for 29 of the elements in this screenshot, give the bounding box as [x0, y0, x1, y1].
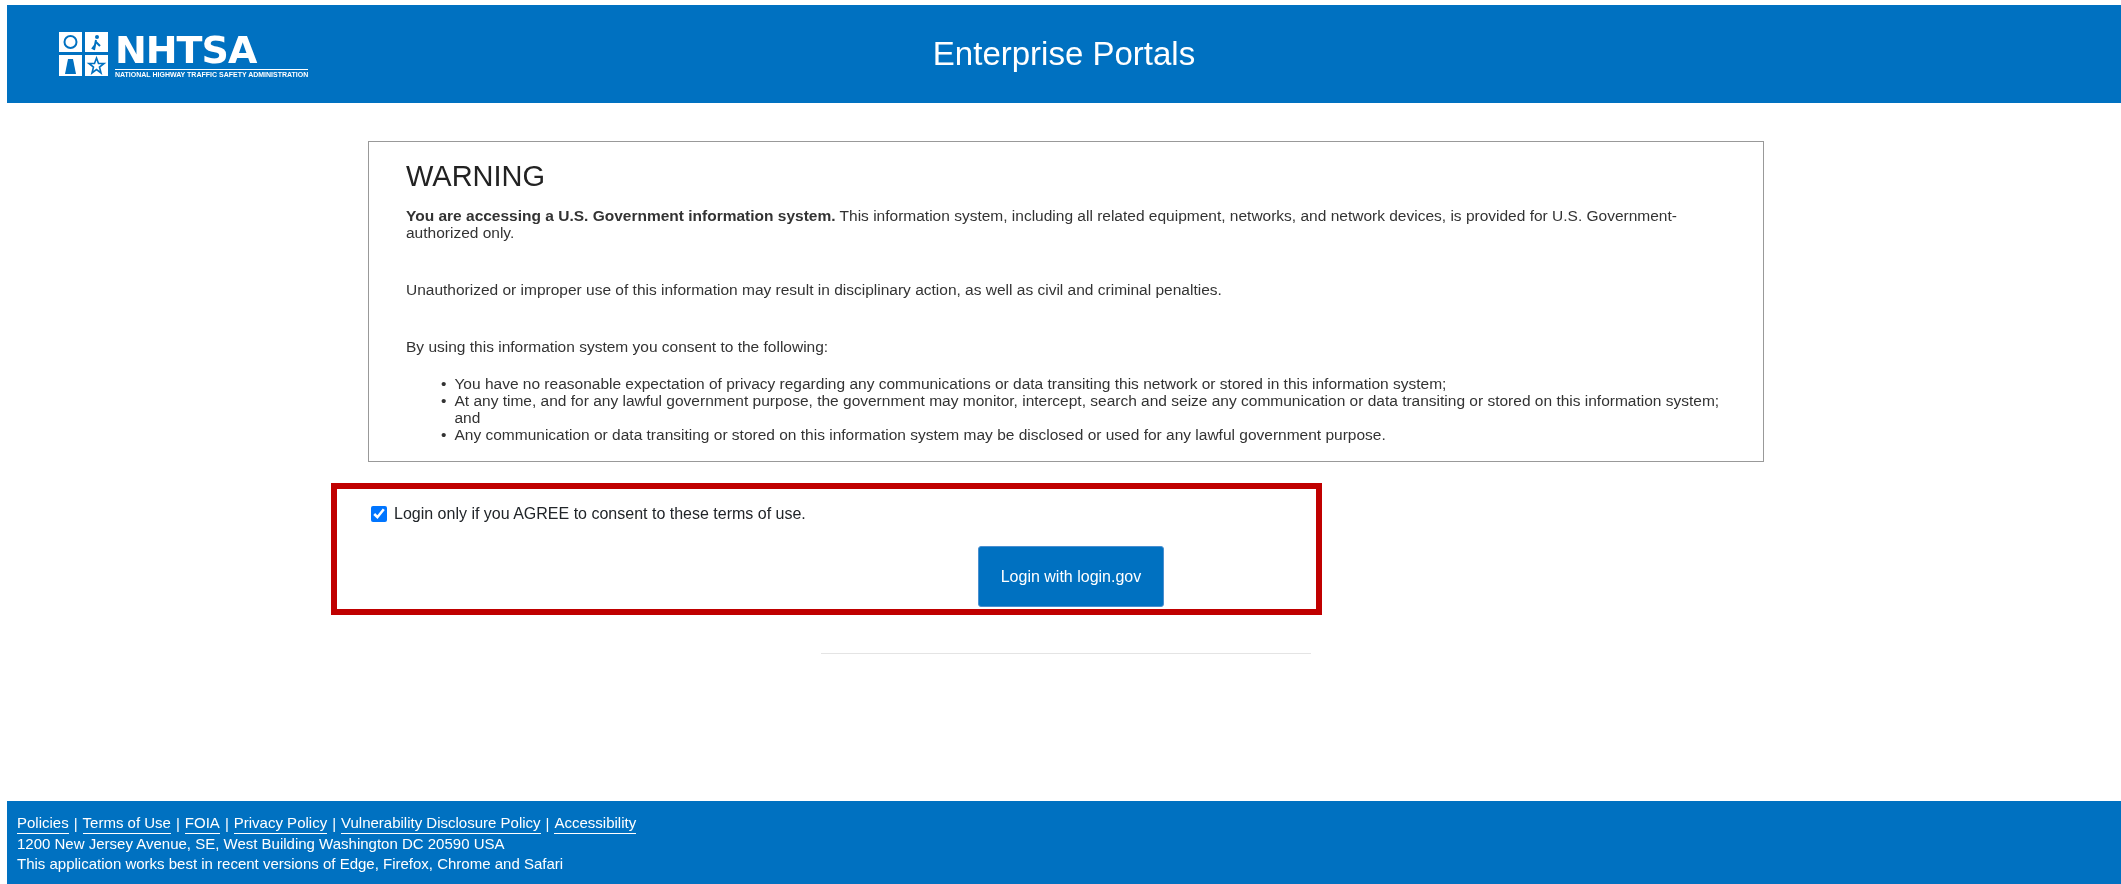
- bullet-mark: •: [441, 392, 447, 411]
- consent-item: At any time, and for any lawful government purpose, the government may monitor, intercept, search and seize any communication or data transiting or stored on this information system; and: [454, 392, 1721, 426]
- footer-link[interactable]: Accessibility: [554, 814, 637, 834]
- address-text: 1200 New Jersey Avenue, SE, West Building Washington DC 20590 USA: [17, 834, 506, 854]
- bullet-mark: •: [441, 375, 447, 392]
- warning-paragraph: You are accessing a U.S. Government information system. This information system, including all related equipment, networks, and network devices, is provided for U.S. Government-authorized only.: [406, 207, 1678, 241]
- consent-checkbox[interactable]: [371, 506, 387, 522]
- bullet-mark: •: [441, 426, 447, 443]
- consent-item: Any communication or data transiting or stored on this information system may be disclosed or used for any lawful government purpose.: [454, 426, 1386, 443]
- link-separator: |: [332, 814, 337, 834]
- consent-item: You have no reasonable expectation of privacy regarding any communications or data transiting this network or stored in this information system;: [454, 375, 1447, 392]
- link-separator: |: [545, 814, 550, 834]
- logo-icon: [59, 32, 109, 76]
- footer-link[interactable]: FOIA: [184, 814, 220, 834]
- link-separator: |: [224, 814, 229, 834]
- warning-heading: WARNING: [406, 160, 547, 193]
- consent-label: Login only if you AGREE to consent to these terms of use.: [394, 505, 806, 523]
- link-separator: |: [175, 814, 180, 834]
- footer-link[interactable]: Privacy Policy: [233, 814, 328, 834]
- footer-link[interactable]: Terms of Use: [82, 814, 171, 834]
- warning-paragraph: Unauthorized or improper use of this information may result in disciplinary action, as well as civil and criminal penalties.: [406, 281, 1223, 298]
- footer-link[interactable]: Policies: [17, 814, 69, 834]
- page-title: Enterprise Portals: [932, 35, 1196, 73]
- logo-text: NHTSA: [115, 30, 258, 69]
- browser-note: This application works best in recent versions of Edge, Firefox, Chrome and Safari: [17, 854, 565, 874]
- footer-link[interactable]: Vulnerability Disclosure Policy: [341, 814, 541, 834]
- link-separator: |: [73, 814, 78, 834]
- login-button[interactable]: Login with login.gov: [978, 546, 1164, 607]
- warning-paragraph: By using this information system you consent to the following:: [406, 338, 830, 355]
